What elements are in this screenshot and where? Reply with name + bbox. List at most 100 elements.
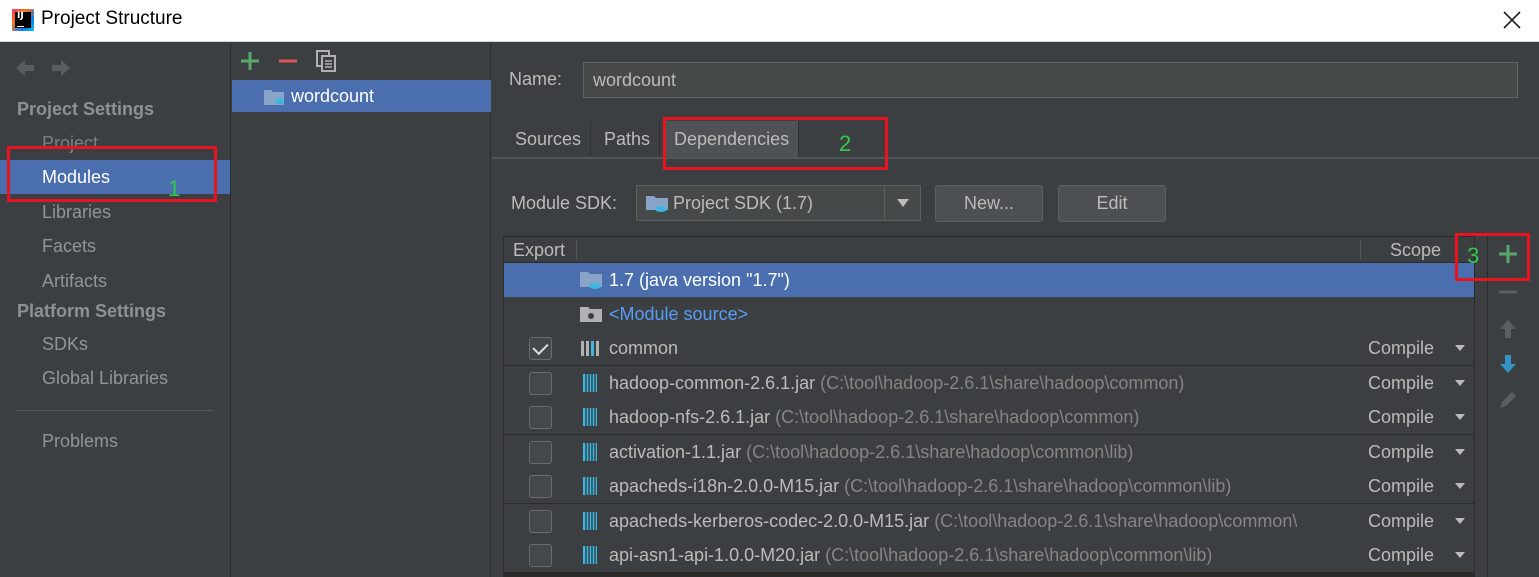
module-detail-panel: Name: wordcount Sources Paths Dependenci… xyxy=(492,43,1539,577)
dependency-text: hadoop-common-2.6.1.jar (C:\tool\hadoop-… xyxy=(609,366,1184,400)
tab-paths[interactable]: Paths xyxy=(595,121,661,157)
sidebar-item-facets[interactable]: Facets xyxy=(0,229,230,263)
annotation-number-3: 3 xyxy=(1467,243,1480,268)
chevron-down-icon[interactable] xyxy=(1455,518,1465,524)
module-name: wordcount xyxy=(291,86,375,106)
dependency-name: apacheds-i18n-2.0.0-M15.jar xyxy=(609,476,840,496)
jar-icon xyxy=(583,477,597,495)
dependency-name: hadoop-nfs-2.6.1.jar xyxy=(609,407,771,427)
chevron-down-icon[interactable] xyxy=(1455,380,1465,386)
chevron-down-icon[interactable] xyxy=(1455,449,1465,455)
export-checkbox[interactable] xyxy=(529,475,552,498)
dependency-path: (C:\tool\hadoop-2.6.1\share\hadoop\commo… xyxy=(934,511,1298,531)
sdk-value: Project SDK (1.7) xyxy=(673,193,814,213)
edit-sdk-button[interactable]: Edit xyxy=(1058,185,1166,222)
chevron-down-icon[interactable] xyxy=(1455,483,1465,489)
scope-value[interactable]: Compile xyxy=(1368,366,1434,400)
back-forward-arrows xyxy=(16,60,70,76)
dependency-text: apacheds-i18n-2.0.0-M15.jar (C:\tool\had… xyxy=(609,469,1231,503)
table-row[interactable]: activation-1.1.jar (C:\tool\hadoop-2.6.1… xyxy=(504,435,1474,469)
dependency-path: (C:\tool\hadoop-2.6.1\share\hadoop\commo… xyxy=(844,476,1232,496)
jar-icon xyxy=(583,443,597,461)
new-sdk-button[interactable]: New... xyxy=(935,185,1043,222)
scope-value[interactable]: Compile xyxy=(1368,331,1434,365)
sdk-folder-icon xyxy=(646,196,668,212)
module-sdk-label: Module SDK: xyxy=(511,193,618,213)
sidebar-item-problems[interactable]: Problems xyxy=(0,424,230,458)
export-checkbox[interactable] xyxy=(529,372,552,395)
sidebar-item-global-libraries[interactable]: Global Libraries xyxy=(0,361,230,395)
table-row[interactable]: apacheds-kerberos-codec-2.0.0-M15.jar (C… xyxy=(504,504,1474,538)
name-label: Name: xyxy=(509,69,563,89)
table-row[interactable]: hadoop-nfs-2.6.1.jar (C:\tool\hadoop-2.6… xyxy=(504,400,1474,434)
copy-icon[interactable] xyxy=(314,49,338,73)
column-scope[interactable]: Scope xyxy=(1390,237,1441,263)
module-sdk-select[interactable]: Project SDK (1.7) xyxy=(636,185,921,221)
chevron-down-icon[interactable] xyxy=(1455,345,1465,351)
table-row[interactable]: common Compile xyxy=(504,331,1474,365)
export-checkbox[interactable] xyxy=(529,406,552,429)
dependency-name: common xyxy=(609,338,679,358)
intellij-logo-icon: IJ xyxy=(12,9,34,31)
remove-icon[interactable] xyxy=(276,49,300,73)
move-down-icon[interactable] xyxy=(1496,352,1520,376)
section-platform-settings: Platform Settings xyxy=(17,301,167,321)
scope-value[interactable]: Compile xyxy=(1368,435,1434,469)
column-separator xyxy=(576,240,577,260)
dependency-text: api-asn1-api-1.0.0-M20.jar (C:\tool\hado… xyxy=(609,538,1212,572)
chevron-down-icon[interactable] xyxy=(884,186,920,220)
dependency-name: activation-1.1.jar xyxy=(609,442,742,462)
dependency-path: (C:\tool\hadoop-2.6.1\share\hadoop\commo… xyxy=(825,545,1213,565)
title-bar: IJ Project Structure xyxy=(0,0,1539,42)
annotation-number-1: 1 xyxy=(168,176,181,201)
export-checkbox[interactable] xyxy=(529,544,552,567)
dependency-name: apacheds-kerberos-codec-2.0.0-M15.jar xyxy=(609,511,930,531)
edit-icon[interactable] xyxy=(1496,388,1520,412)
close-icon[interactable] xyxy=(1500,8,1524,32)
tab-sources[interactable]: Sources xyxy=(506,121,592,157)
sidebar-divider xyxy=(16,410,214,411)
scope-value[interactable]: Compile xyxy=(1368,538,1434,572)
dependency-name: <Module source> xyxy=(609,304,749,324)
module-row-wordcount[interactable]: wordcount xyxy=(232,80,491,112)
chevron-down-icon[interactable] xyxy=(1455,414,1465,420)
dependencies-toolbar xyxy=(1487,236,1527,577)
annotation-box-1 xyxy=(7,146,217,202)
sidebar-item-sdks[interactable]: SDKs xyxy=(0,327,230,361)
back-arrow-icon xyxy=(16,60,34,76)
dependency-text: apacheds-kerberos-codec-2.0.0-M15.jar (C… xyxy=(609,504,1297,538)
table-row[interactable]: <Module source> xyxy=(504,297,1474,331)
move-up-icon[interactable] xyxy=(1496,317,1520,341)
table-row[interactable]: hadoop-common-2.6.1.jar (C:\tool\hadoop-… xyxy=(504,366,1474,400)
export-checkbox[interactable] xyxy=(529,441,552,464)
jar-icon xyxy=(583,512,597,530)
scope-value[interactable]: Compile xyxy=(1368,400,1434,434)
annotation-box-2 xyxy=(663,117,888,170)
table-row[interactable]: api-asn1-api-1.0.0-M20.jar (C:\tool\hado… xyxy=(504,538,1474,572)
sdk-folder-icon xyxy=(580,272,602,289)
sidebar-item-artifacts[interactable]: Artifacts xyxy=(0,264,230,298)
chevron-down-icon[interactable] xyxy=(1455,552,1465,558)
dependency-path: (C:\tool\hadoop-2.6.1\share\hadoop\commo… xyxy=(820,373,1185,393)
table-row[interactable]: apacheds-i18n-2.0.0-M15.jar (C:\tool\had… xyxy=(504,469,1474,503)
export-checkbox[interactable] xyxy=(529,510,552,533)
jar-icon xyxy=(583,374,597,392)
dependency-name: api-asn1-api-1.0.0-M20.jar xyxy=(609,545,821,565)
module-name-field[interactable]: wordcount xyxy=(583,62,1518,98)
dependency-path: (C:\tool\hadoop-2.6.1\share\hadoop\commo… xyxy=(775,407,1140,427)
remove-dependency-icon[interactable] xyxy=(1496,280,1520,304)
column-separator xyxy=(1360,240,1361,260)
library-icon xyxy=(581,341,599,356)
add-icon[interactable] xyxy=(238,49,262,73)
dependency-path: (C:\tool\hadoop-2.6.1\share\hadoop\commo… xyxy=(746,442,1134,462)
scope-value[interactable]: Compile xyxy=(1368,469,1434,503)
column-export[interactable]: Export xyxy=(513,237,565,263)
module-source-icon xyxy=(580,307,602,322)
settings-sidebar: Project Settings Project Modules Librari… xyxy=(0,43,231,577)
tabs-underline xyxy=(492,157,1539,159)
export-checkbox[interactable] xyxy=(529,337,552,360)
scope-value[interactable]: Compile xyxy=(1368,504,1434,538)
module-list-toolbar xyxy=(232,43,491,79)
table-row[interactable]: 1.7 (java version "1.7") xyxy=(504,263,1474,297)
module-list-panel: wordcount xyxy=(232,43,491,577)
